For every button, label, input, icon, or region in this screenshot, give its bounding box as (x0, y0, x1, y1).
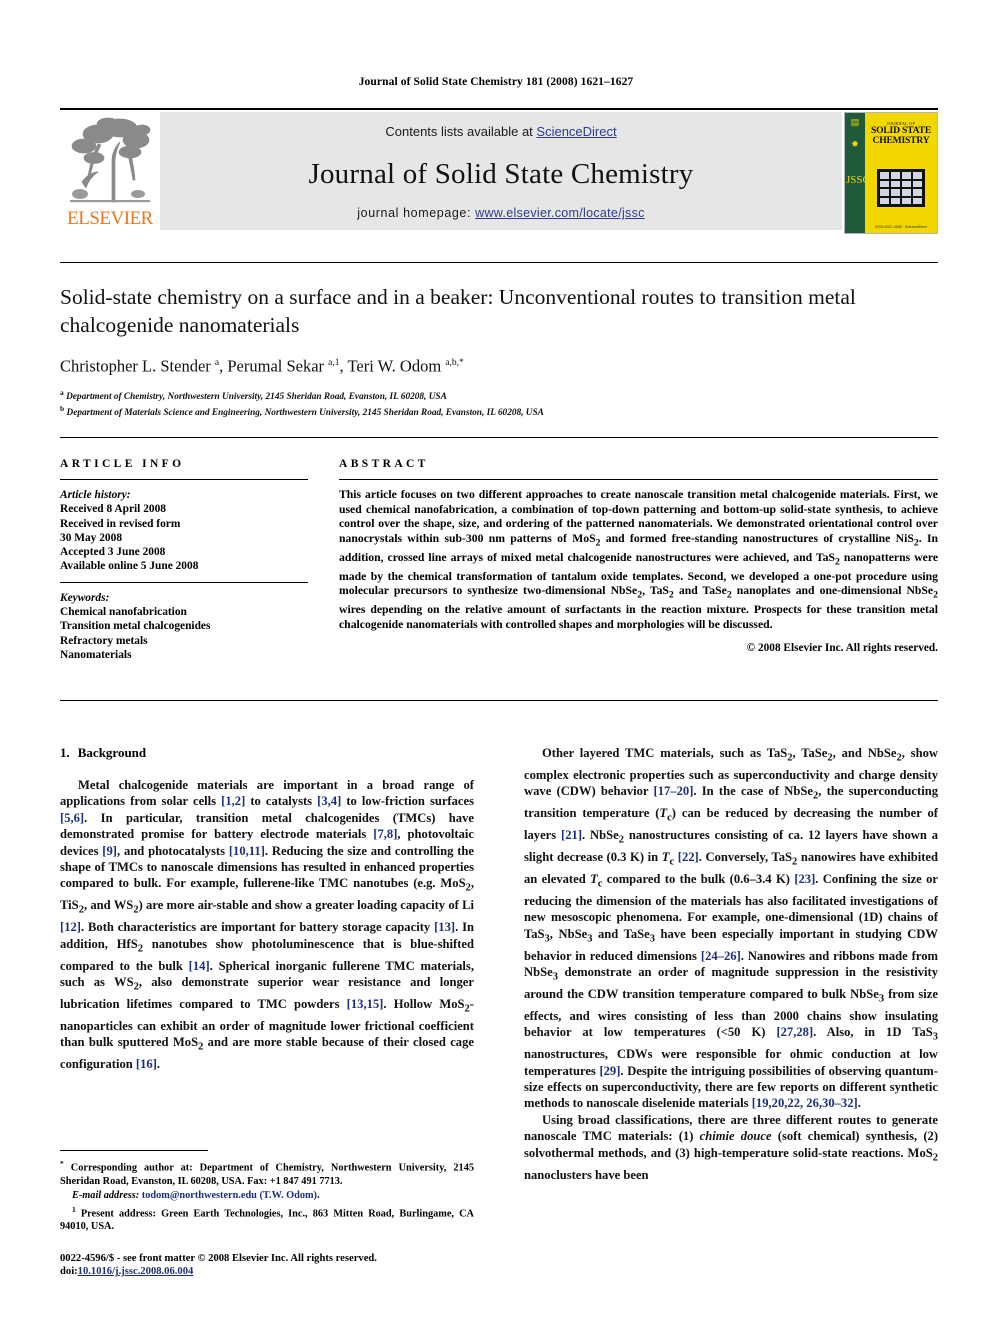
abstract-text: This article focuses on two different ap… (339, 488, 939, 631)
footnote-email: E-mail address: todom@northwestern.edu (… (72, 1189, 320, 1201)
article-info-heading: ARTICLE INFO (60, 458, 185, 470)
paragraph: Metal chalcogenide materials are importa… (60, 778, 475, 1072)
imprint-doi-line: doi:10.1016/j.jssc.2008.06.004 (60, 1265, 520, 1278)
article-info-divider (60, 479, 308, 480)
contents-lists-prefix: Contents lists available at (385, 124, 537, 139)
divider-above-abstract (60, 437, 938, 438)
keyword-item: Transition metal chalcogenides (60, 620, 211, 633)
article-history-item: Available online 5 June 2008 (60, 560, 199, 573)
affiliation-a-text: Department of Chemistry, Northwestern Un… (66, 391, 447, 402)
journal-masthead: ELSEVIER Contents lists available at Sci… (60, 108, 938, 234)
journal-cover-spine-text: JSSC (846, 174, 870, 187)
sciencedirect-link[interactable]: ScienceDirect (536, 124, 616, 139)
doi-link[interactable]: 10.1016/j.jssc.2008.06.004 (78, 1266, 194, 1277)
journal-cover-thumbnail: ▤ ✸ JSSC JOURNAL OF SOLID STATE CHEMISTR… (844, 112, 938, 234)
footnote-block: * Corresponding author at: Department of… (60, 1157, 474, 1234)
imprint-block: 0022-4596/$ - see front matter © 2008 El… (60, 1252, 520, 1279)
footnote-divider (60, 1150, 208, 1151)
journal-cover-line2: CHEMISTRY (872, 135, 930, 146)
section-number: 1. (60, 745, 70, 760)
keywords-block: Keywords: Chemical nanofabrication Trans… (60, 591, 308, 662)
author-list: Christopher L. Stender a, Perumal Sekar … (60, 356, 464, 376)
globe-icon: ✸ (851, 139, 859, 149)
affiliation-b-text: Department of Materials Science and Engi… (66, 408, 544, 419)
keywords-divider (60, 581, 308, 583)
section-title: Background (77, 745, 147, 760)
divider-under-masthead (60, 262, 938, 263)
imprint-front-matter: 0022-4596/$ - see front matter © 2008 El… (60, 1253, 377, 1264)
journal-cover-spine (845, 113, 865, 233)
article-history-block: Article history: Received 8 April 2008 R… (60, 488, 308, 574)
abstract-copyright: © 2008 Elsevier Inc. All rights reserved… (746, 642, 938, 655)
abstract-divider (339, 479, 938, 480)
paragraph: Using broad classifications, there are t… (524, 1112, 939, 1182)
journal-homepage-prefix: journal homepage: (357, 206, 476, 220)
affiliation-a-mark: a (60, 387, 64, 397)
abstract-column: ABSTRACT This article focuses on two dif… (339, 458, 938, 654)
journal-title: Journal of Solid State Chemistry (308, 158, 694, 190)
elsevier-spine-icon: ▤ (850, 117, 860, 127)
paragraph: Other layered TMC materials, such as TaS… (524, 746, 939, 1111)
footnote-present-address: 1 Present address: Green Earth Technolog… (60, 1204, 474, 1233)
abstract-heading: ABSTRACT (339, 458, 429, 470)
section-heading-background: 1. Background (60, 745, 474, 761)
contents-lists-line: Contents lists available at ScienceDirec… (160, 124, 842, 139)
body-column-right: Other layered TMC materials, such as TaS… (524, 745, 938, 1183)
affiliation-b-mark: b (60, 404, 65, 414)
article-history-item: Received in revised form (60, 517, 181, 530)
article-info-column: ARTICLE INFO Article history: Received 8… (60, 458, 308, 662)
keyword-item: Chemical nanofabrication (60, 606, 187, 619)
affiliation-a: a Department of Chemistry, Northwestern … (60, 387, 938, 404)
journal-cover-footer: ISSN 0022-4596 · ScienceDirect (875, 225, 927, 229)
doi-label: doi: (60, 1266, 78, 1278)
journal-cover-artwork (877, 169, 925, 207)
journal-homepage-link[interactable]: www.elsevier.com/locate/jssc (475, 206, 645, 220)
paper-page: Journal of Solid State Chemistry 181 (20… (0, 0, 992, 1323)
title-block: Solid-state chemistry on a surface and i… (60, 283, 938, 420)
article-history-item: Received 8 April 2008 (60, 503, 166, 516)
footnote-corresponding-author: * Corresponding author at: Department of… (60, 1159, 474, 1187)
divider-below-abstract (60, 700, 938, 701)
page-title: Solid-state chemistry on a surface and i… (60, 285, 856, 337)
journal-homepage-line: journal homepage: www.elsevier.com/locat… (160, 206, 842, 220)
elsevier-wordmark: ELSEVIER (67, 208, 153, 229)
article-history-item: 30 May 2008 (60, 531, 123, 544)
journal-cover-title: JOURNAL OF SOLID STATE CHEMISTRY (867, 121, 935, 146)
article-history-item: Accepted 3 June 2008 (60, 546, 166, 559)
elsevier-logo: ELSEVIER (62, 114, 158, 230)
keywords-label: Keywords: (60, 591, 110, 604)
body-column-left: 1. Background Metal chalcogenide material… (60, 745, 474, 1073)
elsevier-tree-icon (70, 117, 151, 203)
keyword-item: Refractory metals (60, 634, 148, 647)
affiliation-b: b Department of Materials Science and En… (60, 403, 938, 420)
article-history-label: Article history: (60, 489, 131, 501)
running-head: Journal of Solid State Chemistry 181 (20… (358, 76, 634, 88)
keyword-item: Nanomaterials (60, 648, 132, 661)
